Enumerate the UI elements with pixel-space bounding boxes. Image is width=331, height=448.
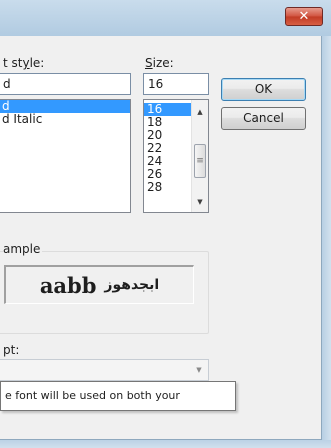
- scroll-down-arrow-icon[interactable]: ▼: [192, 194, 208, 210]
- title-bar[interactable]: ✕: [0, 0, 331, 36]
- sample-label: ample: [3, 242, 43, 256]
- close-icon[interactable]: ✕: [299, 9, 310, 24]
- scroll-thumb[interactable]: ≡: [194, 144, 206, 178]
- thumb-grip-icon: ≡: [196, 156, 204, 166]
- size-label: Size:: [145, 56, 174, 70]
- chevron-down-icon[interactable]: ▼: [190, 360, 208, 380]
- info-tooltip: e font will be used on both your: [0, 381, 236, 411]
- size-list[interactable]: 16 18 20 22 24 26 28 ▲ ≡ ▼: [143, 99, 209, 213]
- script-label: pt:: [3, 343, 20, 357]
- font-style-input-value: d: [3, 77, 11, 91]
- sample-preview: aabb ابجدهوز: [4, 265, 194, 304]
- font-dialog-client: t style: d d d Italic Size: 16 16 18 20 …: [0, 36, 322, 440]
- window-border-right: [322, 36, 331, 448]
- size-list-scrollbar[interactable]: ▲ ≡ ▼: [191, 100, 208, 212]
- cancel-button-label: Cancel: [243, 111, 284, 125]
- ok-button-label: OK: [254, 82, 273, 96]
- close-button[interactable]: ✕: [285, 7, 323, 26]
- font-style-list[interactable]: d d Italic: [0, 99, 131, 213]
- font-style-item-italic[interactable]: d Italic: [0, 113, 130, 126]
- tooltip-text: e font will be used on both your: [5, 389, 180, 402]
- font-style-label: t style:: [3, 56, 45, 70]
- size-input[interactable]: 16: [143, 73, 209, 95]
- size-item[interactable]: 28: [144, 181, 192, 194]
- cancel-button[interactable]: Cancel: [221, 107, 306, 130]
- ok-button[interactable]: OK: [221, 78, 306, 101]
- window-border-bottom: [0, 440, 331, 448]
- sample-arabic-text: ابجدهوز: [104, 277, 160, 293]
- script-combobox[interactable]: ▼: [0, 359, 209, 381]
- sample-latin-text: aabb: [39, 272, 97, 298]
- size-input-value: 16: [148, 77, 164, 91]
- scroll-up-arrow-icon[interactable]: ▲: [192, 104, 208, 120]
- font-style-input[interactable]: d: [0, 73, 131, 95]
